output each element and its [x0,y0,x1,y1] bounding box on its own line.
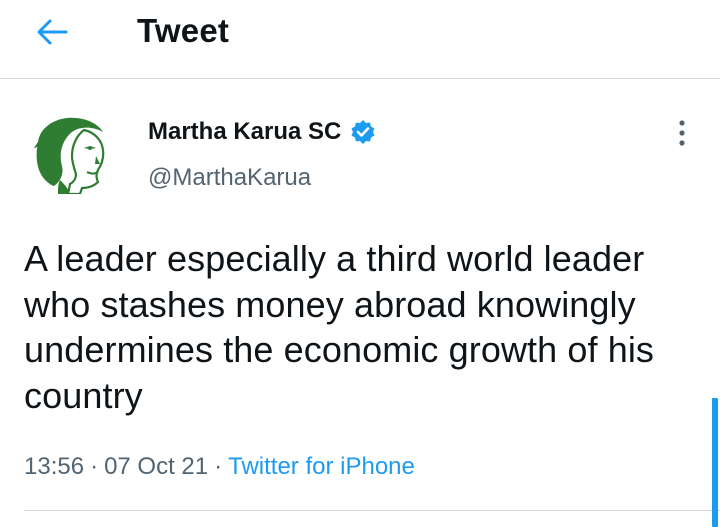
avatar-portrait-icon [34,117,105,196]
meta-separator: · [214,453,223,480]
divider [24,510,720,511]
tweet-date[interactable]: 07 Oct 21 [104,453,208,480]
tweet-meta: 13:56 · 07 Oct 21 · Twitter for iPhone [24,452,415,482]
top-bar: Tweet [0,0,720,79]
arrow-left-icon [37,19,68,45]
tweet-text: A leader especially a third world leader… [24,238,655,416]
author-name: Martha Karua SC [148,118,342,145]
page-title: Tweet [137,12,230,49]
author-handle[interactable]: @MarthaKarua [148,163,311,193]
back-button[interactable] [30,10,74,54]
verified-badge-icon [350,119,376,145]
tweet-source-link[interactable]: Twitter for iPhone [228,453,415,480]
more-options-button[interactable] [666,115,698,151]
avatar[interactable] [24,112,124,196]
more-vertical-icon [679,120,685,146]
meta-separator: · [90,453,99,480]
author-name-row[interactable]: Martha Karua SC [148,117,376,147]
tweet-time: 13:56 [24,453,85,480]
scrollbar-thumb[interactable] [712,398,718,527]
